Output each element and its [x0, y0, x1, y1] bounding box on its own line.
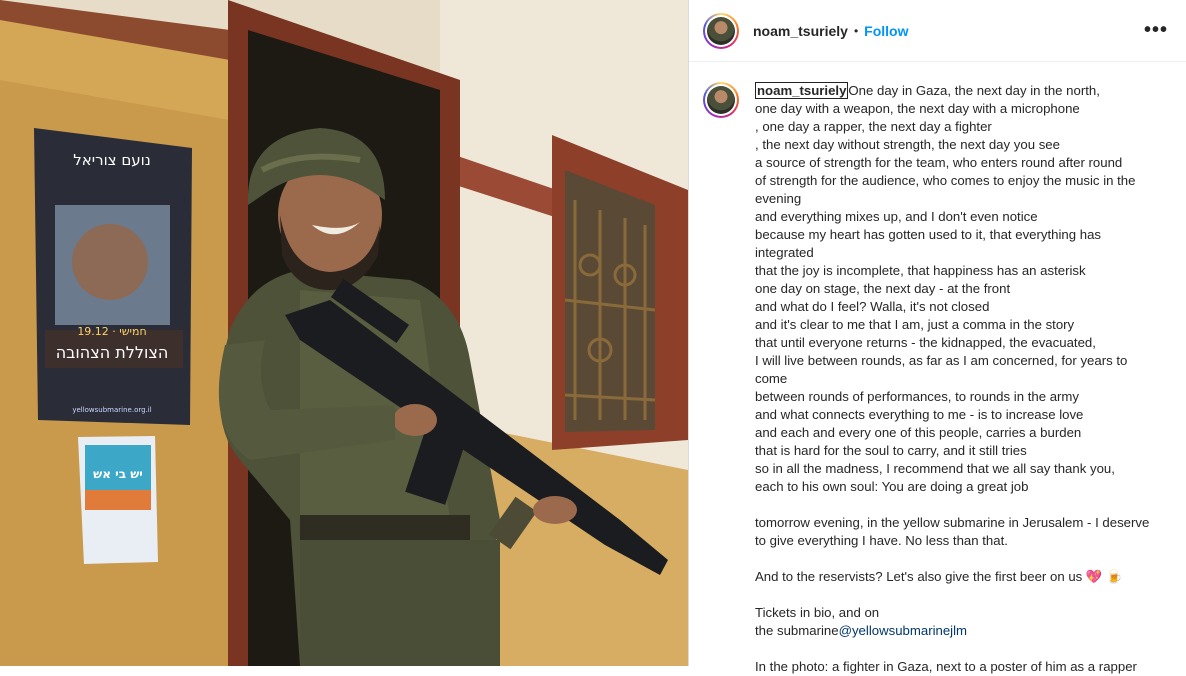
heart-beer-emoji: 💖 🍺: [1085, 569, 1123, 584]
caption-photo-note: In the photo: a fighter in Gaza, next to…: [755, 659, 1137, 674]
follow-button[interactable]: Follow: [864, 23, 908, 39]
caption-body: One day in Gaza, the next day in the nor…: [755, 83, 1149, 548]
caption-line: and it's clear to me that I am, just a c…: [755, 317, 1075, 332]
separator-dot: •: [853, 23, 859, 38]
caption-line: that until everyone returns - the kidnap…: [755, 335, 1096, 350]
photo-illustration: נועם צוריאל 19.12 · חמישי הצוללת הצהובה …: [0, 0, 688, 666]
caption-line: that the joy is incomplete, that happine…: [755, 263, 1086, 278]
caption-line: , one day a rapper, the next day a fight…: [755, 119, 992, 134]
caption-line: and everything mixes up, and I don't eve…: [755, 209, 1038, 224]
caption-submarine-prefix: the submarine: [755, 623, 839, 638]
sticker-text: יש בי אש: [93, 467, 143, 481]
post-caption: noam_tsuriely One day in Gaza, the next d…: [703, 82, 1176, 676]
caption-line: so in all the madness, I recommend that …: [755, 461, 1115, 476]
caption-line: one day with a weapon, the next day with…: [755, 101, 1080, 116]
avatar-image: [707, 86, 735, 114]
instagram-post: נועם צוריאל 19.12 · חמישי הצוללת הצהובה …: [0, 0, 1186, 674]
caption-line: One day in Gaza, the next day in the nor…: [848, 83, 1100, 98]
more-options-icon[interactable]: •••: [1140, 19, 1172, 42]
poster-title: הצוללת הצהובה: [56, 343, 169, 362]
caption-line: and what connects everything to me - is …: [755, 407, 1084, 422]
caption-line: come: [755, 371, 788, 386]
post-sidebar: noam_tsuriely • Follow ••• noam_tsuriely…: [688, 0, 1186, 674]
caption-tickets-line: Tickets in bio, and on: [755, 605, 880, 620]
caption-line: that is hard for the soul to carry, and …: [755, 443, 1027, 458]
caption-line: I will live between rounds, as far as I …: [755, 353, 1128, 368]
caption-username-link[interactable]: noam_tsuriely: [755, 82, 849, 99]
caption-line: each to his own soul: You are doing a gr…: [755, 479, 1029, 494]
caption-reservists-line: And to the reservists? Let's also give t…: [755, 569, 1086, 584]
caption-line: tomorrow evening, in the yellow submarin…: [755, 515, 1150, 530]
caption-line: a source of strength for the team, who e…: [755, 155, 1123, 170]
caption-line: of strength for the audience, who comes …: [755, 173, 1136, 188]
avatar[interactable]: [703, 12, 739, 49]
caption-line: , the next day without strength, the nex…: [755, 137, 1060, 152]
avatar-image: [707, 16, 735, 45]
poster-url: yellowsubmarine.org.il: [72, 406, 151, 414]
caption-line: one day on stage, the next day - at the …: [755, 281, 1011, 296]
caption-line: between rounds of performances, to round…: [755, 389, 1080, 404]
caption-line: and each and every one of this people, c…: [755, 425, 1082, 440]
mention-link[interactable]: @yellowsubmarinejlm: [839, 623, 967, 638]
post-photo[interactable]: נועם צוריאל 19.12 · חמישי הצוללת הצהובה …: [0, 0, 688, 666]
username-link[interactable]: noam_tsuriely: [753, 23, 848, 39]
poster-date: 19.12 · חמישי: [77, 325, 146, 338]
caption-line: to give everything I have. No less than …: [755, 533, 1008, 548]
post-header: noam_tsuriely • Follow •••: [689, 0, 1186, 62]
caption-line: because my heart has gotten used to it, …: [755, 227, 1102, 242]
caption-line: evening: [755, 191, 802, 206]
caption-line: integrated: [755, 245, 814, 260]
poster-heading: נועם צוריאל: [73, 151, 151, 169]
caption-line: and what do I feel? Walla, it's not clos…: [755, 299, 990, 314]
caption-text: noam_tsuriely One day in Gaza, the next d…: [755, 82, 1149, 676]
caption-avatar[interactable]: [703, 82, 739, 118]
